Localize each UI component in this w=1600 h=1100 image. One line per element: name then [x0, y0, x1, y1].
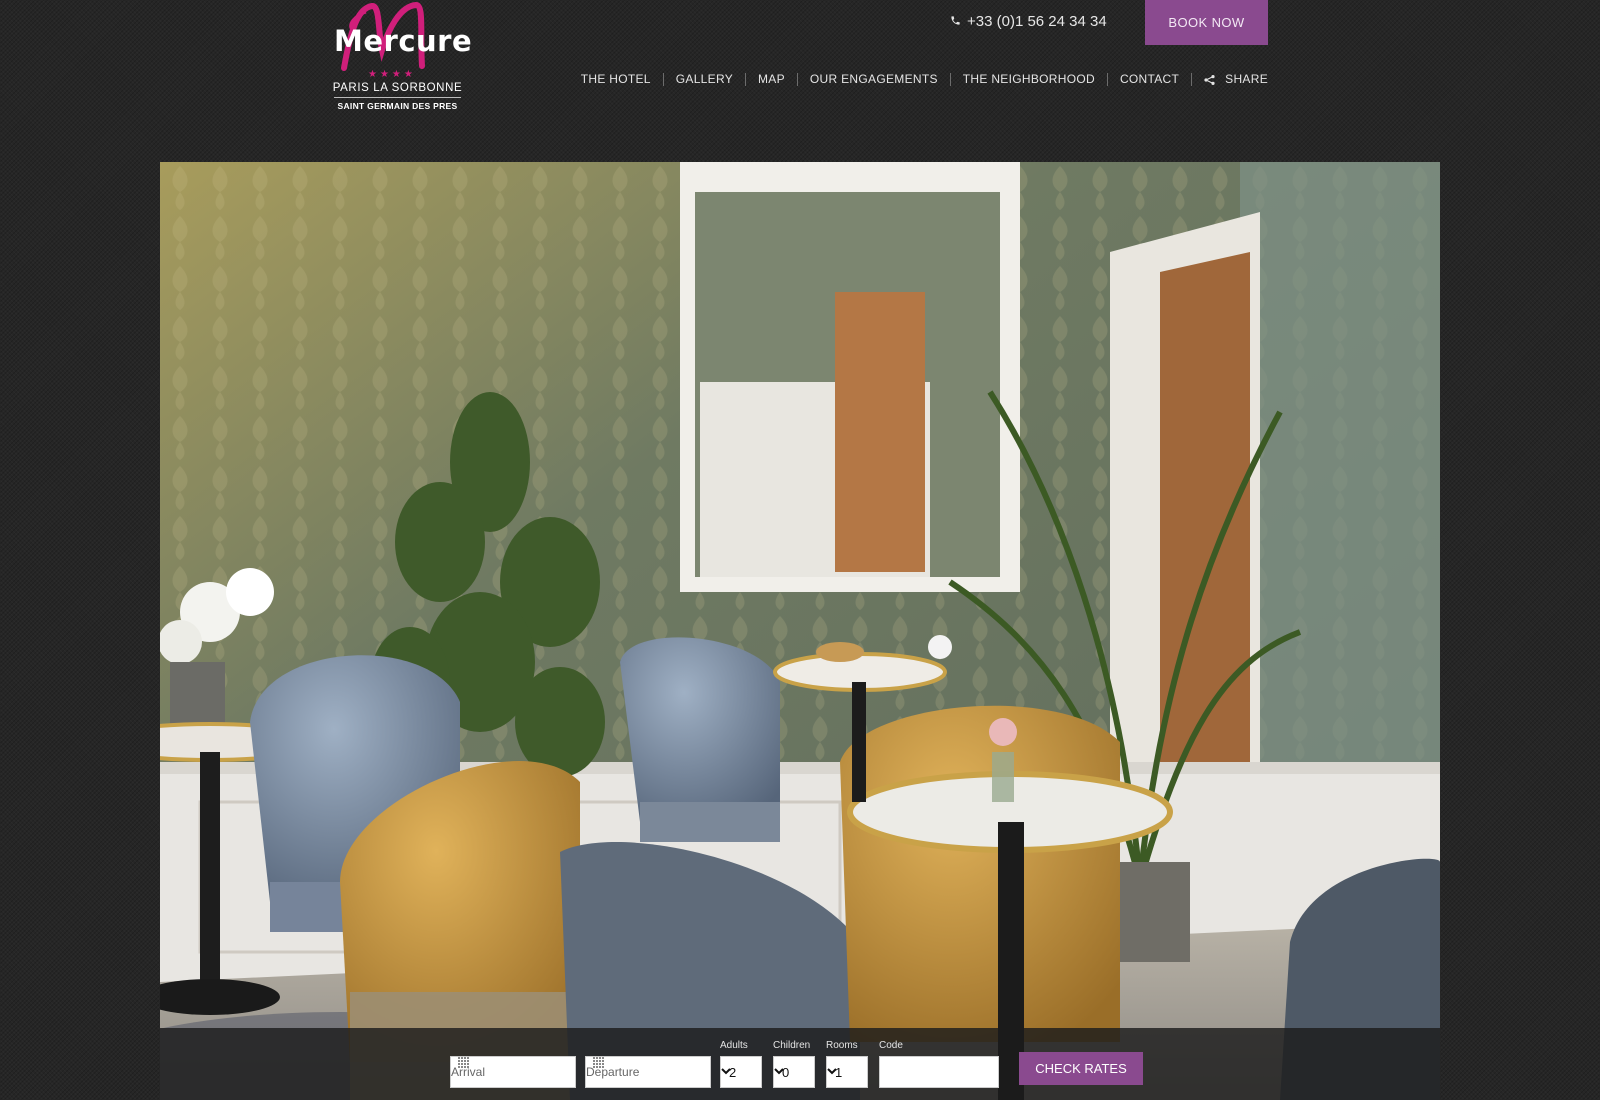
logo-stars: ★★★★	[368, 69, 416, 80]
logo-divider	[334, 97, 461, 98]
check-rates-button[interactable]: CHECK RATES	[1019, 1052, 1143, 1085]
nav-item-the-hotel[interactable]: THE HOTEL	[569, 73, 663, 86]
chevron-down-icon	[774, 1068, 784, 1075]
nav-item-contact[interactable]: CONTACT	[1106, 73, 1191, 86]
departure-date-field[interactable]: Departure	[585, 1056, 711, 1088]
rooms-label: Rooms	[826, 1040, 858, 1051]
logo-location: SAINT GERMAIN DES PRES	[337, 101, 458, 111]
children-select[interactable]: 0	[773, 1056, 815, 1088]
phone-number[interactable]: +33 (0)1 56 24 34 34	[950, 13, 1107, 30]
code-label: Code	[879, 1040, 903, 1051]
phone-icon	[950, 15, 961, 29]
main-navigation: THE HOTEL GALLERY MAP OUR ENGAGEMENTS TH…	[569, 73, 1268, 86]
book-now-button[interactable]: BOOK NOW	[1145, 0, 1268, 45]
children-label: Children	[773, 1040, 811, 1051]
phone-number-text: +33 (0)1 56 24 34 34	[967, 13, 1107, 30]
nav-item-gallery[interactable]: GALLERY	[662, 73, 745, 86]
logo-hotel-name: PARIS LA SORBONNE	[332, 82, 463, 94]
hotel-logo[interactable]: Mercure ★★★★ PARIS LA SORBONNE SAINT GER…	[330, 2, 472, 114]
adults-label: Adults	[720, 1040, 748, 1051]
logo-brand-name: Mercure	[334, 24, 473, 58]
calendar-icon	[458, 1057, 469, 1068]
nav-item-map[interactable]: MAP	[745, 73, 797, 86]
share-label: SHARE	[1225, 72, 1268, 86]
adults-select[interactable]: 2	[720, 1056, 762, 1088]
booking-bar: Arrival Departure Adults 2 Children 0 Ro…	[160, 1028, 1440, 1100]
nav-item-the-neighborhood[interactable]: THE NEIGHBORHOOD	[949, 73, 1107, 86]
nav-item-our-engagements[interactable]: OUR ENGAGEMENTS	[796, 73, 950, 86]
chevron-down-icon	[827, 1068, 837, 1075]
hero-lounge-photo: Arrival Departure Adults 2 Children 0 Ro…	[160, 162, 1440, 1100]
rooms-select[interactable]: 1	[826, 1056, 868, 1088]
calendar-icon	[593, 1057, 604, 1068]
chevron-down-icon	[721, 1068, 731, 1075]
share-icon	[1204, 74, 1215, 85]
lounge-scene-image	[160, 162, 1440, 1100]
promo-code-input[interactable]	[879, 1056, 999, 1088]
arrival-date-field[interactable]: Arrival	[450, 1056, 576, 1088]
nav-item-share[interactable]: SHARE	[1191, 73, 1268, 86]
